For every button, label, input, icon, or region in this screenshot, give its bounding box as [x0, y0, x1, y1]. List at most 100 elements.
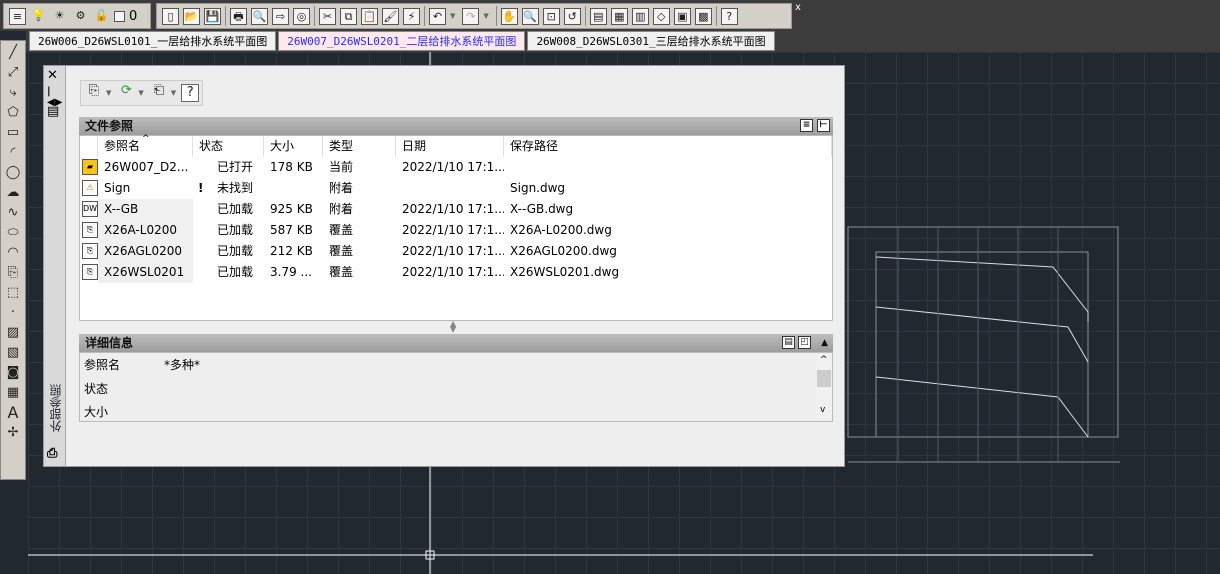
- make-block-icon[interactable]: ⬚: [5, 285, 21, 301]
- add-selected-icon[interactable]: ✢: [5, 425, 21, 441]
- ref-name[interactable]: Sign: [98, 178, 193, 199]
- table-row[interactable]: ▰ 26W007_D2... 已打开 178 KB 当前 2022/1/10 1…: [80, 157, 832, 178]
- unlock-icon[interactable]: 🔓: [93, 8, 110, 25]
- zoom-window-icon[interactable]: ⊡: [542, 7, 560, 25]
- ref-name[interactable]: X26WSL0201: [98, 262, 193, 283]
- file-references-list[interactable]: 参照名 ^ 状态 大小 类型 日期 保存路径 ▰ 26W007_D2... 已打…: [79, 134, 833, 321]
- sheet-set-icon[interactable]: ◇: [652, 7, 670, 25]
- tab-drawing-3[interactable]: 26W008_D26WSL0301_三层给排水系统平面图: [527, 31, 775, 51]
- close-toolbar-icon[interactable]: x: [795, 2, 801, 13]
- layer-toolbar: ≡ 💡 ☀ ⚙ 🔓 0: [3, 3, 151, 29]
- multiline-text-icon[interactable]: A: [5, 405, 21, 421]
- new-icon[interactable]: ▯: [162, 7, 179, 25]
- print-preview-icon[interactable]: 🔍: [251, 7, 268, 25]
- ref-name[interactable]: X26A-L0200: [98, 220, 193, 241]
- block-editor-icon[interactable]: ⚡: [403, 7, 420, 25]
- table-row[interactable]: ⎘ X26AGL0200 已加载 212 KB 覆盖 2022/1/10 17:…: [80, 241, 832, 262]
- cut-icon[interactable]: ✂: [319, 7, 336, 25]
- rectangle-icon[interactable]: ▭: [5, 125, 21, 141]
- polyline-icon[interactable]: ⤷: [5, 85, 21, 101]
- xref-icon: ⎘: [82, 264, 98, 280]
- hatch-icon[interactable]: ▨: [5, 325, 21, 341]
- calculator-icon[interactable]: ▩: [694, 7, 712, 25]
- ref-name[interactable]: 26W007_D2...: [98, 157, 193, 178]
- undo-icon[interactable]: ↶: [429, 7, 446, 25]
- insert-block-icon[interactable]: ⎘: [5, 265, 21, 281]
- ref-status: 已加载: [217, 265, 254, 279]
- ref-path: X--GB.dwg: [510, 202, 574, 216]
- col-status[interactable]: 状态: [193, 136, 264, 157]
- circle-icon[interactable]: ◯: [5, 165, 21, 181]
- help-icon[interactable]: ?: [181, 84, 200, 102]
- ellipse-arc-icon[interactable]: ◠: [5, 245, 21, 261]
- refresh-icon[interactable]: ⟳: [116, 83, 136, 103]
- col-size[interactable]: 大小: [264, 136, 323, 157]
- construction-line-icon[interactable]: ⤢: [5, 65, 21, 81]
- copy-icon[interactable]: ⧉: [340, 7, 357, 25]
- collapse-icon[interactable]: ▲: [821, 334, 828, 352]
- close-icon[interactable]: ✕: [47, 68, 58, 83]
- arc-icon[interactable]: ◜: [5, 145, 21, 161]
- tool-palettes-icon[interactable]: ▥: [631, 7, 649, 25]
- ref-status: 已加载: [217, 202, 254, 216]
- region-icon[interactable]: ◙: [5, 365, 21, 381]
- layer-manager-icon[interactable]: ≡: [9, 7, 26, 25]
- publish-icon[interactable]: ⇨: [272, 7, 289, 25]
- table-row[interactable]: ⎘ X26WSL0201 已加载 3.79 ... 覆盖 2022/1/10 1…: [80, 262, 832, 283]
- attach-dwg-icon[interactable]: ⎘: [84, 83, 104, 103]
- palette-title: 外部参照: [49, 384, 63, 432]
- point-icon[interactable]: ·: [5, 305, 21, 321]
- properties-icon[interactable]: ▤: [589, 7, 607, 25]
- ellipse-icon[interactable]: ⬭: [5, 225, 21, 241]
- tab-drawing-2[interactable]: 26W007_D26WSL0201_二层给排水系统平面图: [278, 31, 526, 51]
- color-swatch-icon[interactable]: [114, 10, 125, 22]
- polygon-icon[interactable]: ⬠: [5, 105, 21, 121]
- palette-title-strip: ✕ |◀▶ ▤ 外部参照 ⎙: [44, 66, 66, 466]
- details-scrollbar[interactable]: ^ v: [816, 353, 832, 421]
- col-type[interactable]: 类型: [323, 136, 396, 157]
- print-icon[interactable]: 🖶: [230, 7, 247, 25]
- line-icon[interactable]: ╱: [5, 45, 21, 61]
- splitter-icon[interactable]: ▲ ▼: [450, 320, 456, 334]
- top-toolbar-area: ≡ 💡 ☀ ⚙ 🔓 0 ▯ 📂 💾 🖶 🔍 ⇨ ◎ ✂ ⧉ 📋 🖌 ⚡ ↶ ▼ ↷…: [0, 0, 1220, 31]
- list-view-icon[interactable]: ≡: [800, 119, 813, 132]
- details-icon[interactable]: ▤: [782, 336, 795, 349]
- layer-name[interactable]: 0: [129, 9, 137, 24]
- table-row[interactable]: ⎘ X26A-L0200 已加载 587 KB 覆盖 2022/1/10 17:…: [80, 220, 832, 241]
- design-center-icon[interactable]: ▦: [610, 7, 628, 25]
- bulb-icon[interactable]: 💡: [30, 8, 47, 25]
- file-references-header: 文件参照 ≡ ⊢: [79, 117, 833, 135]
- gear-icon[interactable]: ⚙: [72, 8, 89, 25]
- ref-type: 当前: [329, 160, 354, 174]
- tree-view-icon[interactable]: ⊢: [817, 119, 830, 132]
- gradient-icon[interactable]: ▧: [5, 345, 21, 361]
- col-date[interactable]: 日期: [396, 136, 504, 157]
- sun-icon[interactable]: ☀: [51, 8, 68, 25]
- table-row[interactable]: DWG X--GB 已加载 925 KB 附着 2022/1/10 17:1..…: [80, 199, 832, 220]
- ref-name[interactable]: X26AGL0200: [98, 241, 193, 262]
- xref-icon: ⎘: [82, 243, 98, 259]
- open-icon[interactable]: 📂: [183, 7, 200, 25]
- table-icon[interactable]: ▦: [5, 385, 21, 401]
- markup-icon[interactable]: ▣: [673, 7, 691, 25]
- match-properties-icon[interactable]: 🖌: [382, 7, 399, 25]
- zoom-previous-icon[interactable]: ↺: [563, 7, 581, 25]
- help-icon[interactable]: ?: [720, 7, 738, 25]
- save-icon[interactable]: 💾: [204, 7, 221, 25]
- col-path[interactable]: 保存路径: [504, 136, 832, 157]
- pan-icon[interactable]: ✋: [500, 7, 518, 25]
- redo-icon[interactable]: ↷: [462, 7, 480, 25]
- tab-drawing-1[interactable]: 26W006_D26WSL0101_一层给排水系统平面图: [29, 31, 277, 51]
- revision-cloud-icon[interactable]: ☁: [5, 185, 21, 201]
- preview-icon[interactable]: ◰: [798, 336, 811, 349]
- table-row[interactable]: ⚠ Sign ! 未找到 附着 Sign.dwg: [80, 178, 832, 199]
- change-path-icon[interactable]: ⎗: [149, 83, 169, 103]
- detail-value[interactable]: *多种*: [164, 356, 200, 373]
- ref-name[interactable]: X--GB: [98, 199, 193, 220]
- sort-ascending-icon: ^: [142, 134, 150, 144]
- 3d-dwf-icon[interactable]: ◎: [293, 7, 310, 25]
- spline-icon[interactable]: ∿: [5, 205, 21, 221]
- zoom-realtime-icon[interactable]: 🔍: [521, 7, 539, 25]
- properties-menu-icon[interactable]: ▤: [47, 104, 59, 119]
- paste-icon[interactable]: 📋: [361, 7, 378, 25]
